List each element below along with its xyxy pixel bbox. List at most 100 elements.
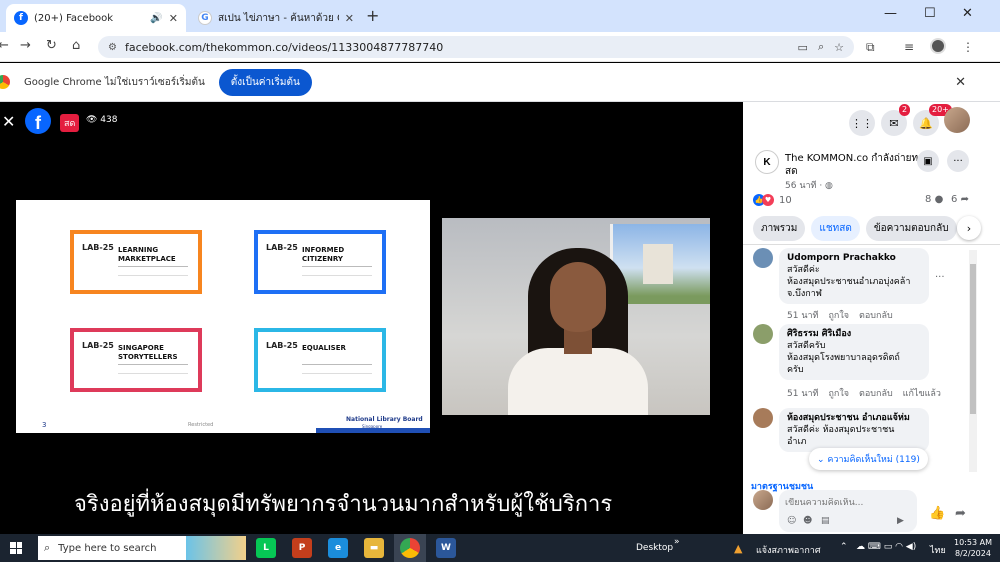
card-lab-label: LAB-25 (266, 341, 298, 350)
comment-time[interactable]: 51 นาที (787, 311, 818, 321)
live-chat-panel: ⋮⋮ ✉ 2 🔔 20+ K The KOMMON.co กำลังถ่ายทอ… (743, 102, 1000, 534)
home-icon[interactable]: ⌂ (72, 38, 80, 53)
send-icon[interactable]: ▶ (897, 516, 904, 526)
toolbar-expand-icon[interactable]: » (674, 537, 680, 547)
emoji-icon[interactable]: ☺ (787, 516, 796, 526)
comment-input[interactable] (785, 498, 905, 508)
weather-label[interactable]: แจ้งสภาพอากาศ (756, 543, 821, 557)
love-reaction-icon: ♥ (762, 194, 774, 206)
account-avatar[interactable] (944, 107, 970, 133)
tab-google[interactable]: G สเปน ไข่ภาษา - ค้นหาด้วย Google ✕ (190, 4, 362, 32)
tab-facebook[interactable]: f (20+) Facebook 🔊 ✕ (6, 4, 186, 32)
back-icon[interactable]: ← (0, 38, 9, 53)
card-title: LEARNING MARKETPLACE (118, 246, 176, 263)
comment-more-icon[interactable]: ··· (935, 272, 945, 283)
media-icon[interactable]: ≡ (904, 40, 914, 54)
comment-text: ครับ (787, 365, 804, 375)
comment-like-link[interactable]: ถูกใจ (828, 389, 849, 399)
card-description (302, 266, 372, 276)
taskbar-search[interactable]: ⌕ Type here to search (38, 536, 246, 560)
speaker-icon[interactable]: 🔊 (150, 13, 162, 24)
page-name[interactable]: The KOMMON.co กำลังถ่ายทอดสด (785, 152, 935, 178)
line-app-icon[interactable]: L (256, 538, 276, 558)
post-time: 56 นาที · ◍ (785, 181, 833, 191)
apps-menu-icon[interactable]: ⋮⋮ (849, 110, 875, 136)
reload-icon[interactable]: ↻ (46, 38, 57, 53)
commenter-name[interactable]: ห้องสมุดประชาชน อำเภอแจ้ห่ม (787, 412, 921, 424)
maximize-icon[interactable]: ☐ (924, 6, 936, 21)
site-info-icon[interactable]: ⚙ (108, 42, 117, 53)
gif-icon[interactable]: ▤ (821, 516, 830, 526)
default-browser-infobar: Google Chrome ไม่ใช่เบราว์เซอร์เริ่มต้น … (0, 63, 1000, 102)
like-button-icon[interactable]: 👍 (929, 506, 945, 521)
weather-warning-icon[interactable]: ▲ (734, 542, 742, 555)
sticker-icon[interactable]: ☻ (803, 516, 812, 526)
url-text: facebook.com/thekommon.co/videos/1133004… (124, 40, 444, 54)
commenter-avatar[interactable] (753, 408, 773, 428)
facebook-logo-icon[interactable]: f (25, 108, 51, 134)
extensions-icon[interactable]: ⧉ (866, 40, 875, 55)
clock-date: 8/2/2024 (955, 549, 991, 558)
address-bar[interactable]: ⚙ facebook.com/thekommon.co/videos/11330… (98, 36, 854, 58)
close-infobar-icon[interactable]: ✕ (955, 75, 966, 90)
new-tab-icon[interactable]: + (366, 6, 379, 25)
chip-overview[interactable]: ภาพรวม (753, 216, 806, 241)
windows-start-icon[interactable] (10, 542, 22, 554)
file-explorer-icon[interactable]: ▬ (364, 538, 384, 558)
show-hidden-icons[interactable]: ⌃ (840, 542, 848, 552)
slide-card-learning-marketplace: LAB-25 LEARNING MARKETPLACE (70, 230, 202, 294)
scrollbar-thumb[interactable] (970, 264, 976, 414)
profile-avatar[interactable] (930, 38, 946, 54)
presentation-slide: LAB-25 LEARNING MARKETPLACE LAB-25 INFORM… (16, 200, 430, 433)
close-video-icon[interactable]: ✕ (2, 112, 15, 131)
chrome-app-icon[interactable] (400, 538, 420, 558)
chip-replies[interactable]: ข้อความตอบกลับ (865, 216, 957, 241)
card-description (118, 364, 188, 374)
input-language[interactable]: ไทย (930, 543, 946, 557)
reaction-summary[interactable]: 👍 ♥ 10 (753, 194, 792, 206)
viewer-count-value: 438 (100, 115, 118, 125)
new-comments-button[interactable]: ⌄ ความคิดเห็นใหม่ (119) (809, 448, 928, 470)
comment-reply-link[interactable]: ตอบกลับ (859, 389, 893, 399)
globe-icon: ◍ (825, 181, 833, 191)
edge-browser-icon[interactable]: e (328, 538, 348, 558)
comment-reply-link[interactable]: ตอบกลับ (859, 311, 893, 321)
share-button-icon[interactable]: ➦ (955, 506, 966, 521)
cast-icon[interactable]: ▭ (798, 41, 808, 54)
forward-icon[interactable]: → (20, 38, 31, 53)
page-avatar[interactable]: K (755, 150, 779, 174)
set-default-button[interactable]: ตั้งเป็นค่าเริ่มต้น (218, 68, 312, 96)
desktop-toolbar-label[interactable]: Desktop (636, 543, 673, 553)
menu-kebab-icon[interactable]: ⋮ (962, 40, 974, 54)
speaker-body (508, 348, 648, 415)
bookmark-star-icon[interactable]: ☆ (834, 41, 844, 54)
comments-scrollbar[interactable] (969, 250, 977, 472)
comment-like-link[interactable]: ถูกใจ (828, 311, 849, 321)
comment-count[interactable]: 8 ● (925, 194, 943, 205)
close-window-icon[interactable]: ✕ (962, 6, 973, 21)
video-player[interactable]: ✕ f สด 👁 438 LAB-25 LEARNING MARKETPLACE … (0, 102, 743, 534)
commenter-name[interactable]: ศิริธรรม ศิริเมือง (787, 328, 921, 340)
zoom-icon[interactable]: ⌕ (818, 40, 824, 54)
word-icon[interactable]: W (436, 538, 456, 558)
more-options-icon[interactable]: ··· (947, 150, 969, 172)
comment-time[interactable]: 51 นาที (787, 389, 818, 399)
close-tab-icon[interactable]: ✕ (345, 12, 354, 25)
commenter-name[interactable]: Udomporn Prachakko (787, 252, 921, 264)
system-tray-icons[interactable]: ☁ ⌨ ▭ ◠ ◀) (856, 542, 916, 552)
chevron-right-icon[interactable]: › (957, 216, 981, 240)
share-count[interactable]: 6 ➦ (951, 194, 969, 205)
comment-input-box[interactable]: ☺ ☻ ▤ ▶ (779, 490, 917, 532)
system-clock[interactable]: 10:53 AM 8/2/2024 (954, 537, 992, 559)
minimize-icon[interactable]: — (884, 6, 897, 21)
comment-bubble: ห้องสมุดประชาชน อำเภอแจ้ห่ม สวัสดีค่ะ ห้… (779, 408, 929, 452)
close-tab-icon[interactable]: ✕ (169, 12, 178, 25)
nlb-logo: National Library Board (346, 416, 423, 423)
powerpoint-icon[interactable]: P (292, 538, 312, 558)
chip-live-chat[interactable]: แชทสด (811, 216, 860, 241)
commenter-avatar[interactable] (753, 324, 773, 344)
infobar-message: Google Chrome ไม่ใช่เบราว์เซอร์เริ่มต้น (24, 76, 205, 88)
live-badge: สด (60, 114, 80, 132)
save-video-icon[interactable]: ▣ (917, 150, 939, 172)
commenter-avatar[interactable] (753, 248, 773, 268)
